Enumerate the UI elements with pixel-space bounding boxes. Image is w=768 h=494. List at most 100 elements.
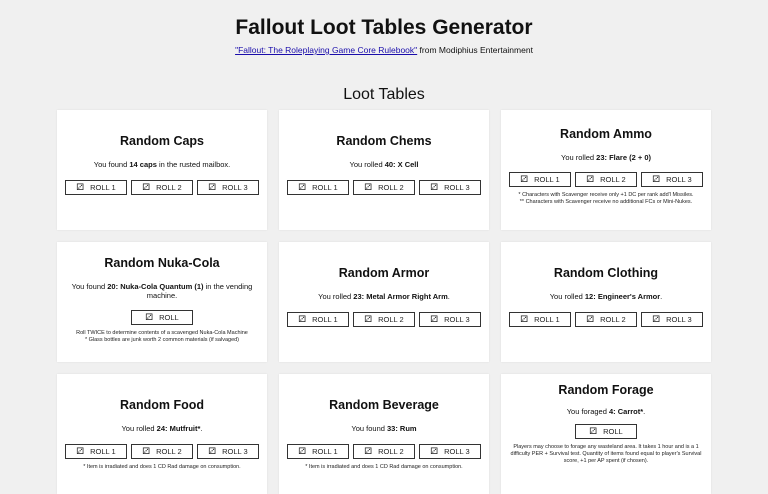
footnotes: Roll TWICE to determine contents of a sc…	[76, 330, 248, 344]
roll-2-button[interactable]: ⚂ ROLL 2	[131, 444, 193, 459]
button-label: ROLL 3	[222, 447, 248, 456]
button-label: ROLL 3	[666, 315, 692, 324]
card-title: Random Chems	[336, 134, 432, 148]
card-random-chems: Random Chems You rolled 40: X Cell ⚂ ROLL…	[279, 110, 489, 230]
roll-2-button[interactable]: ⚂ ROLL 2	[575, 312, 637, 327]
card-title: Random Armor	[338, 266, 430, 280]
dice-icon: ⚂	[76, 182, 85, 192]
dice-icon: ⚂	[364, 446, 373, 456]
result-value: 20: Nuka-Cola Quantum (1)	[107, 282, 204, 291]
roll-buttons: ⚂ ROLL 1 ⚂ ROLL 2 ⚂ ROLL 3	[65, 444, 259, 459]
dice-icon: ⚂	[430, 446, 439, 456]
result-suffix: .	[200, 424, 203, 433]
footnote: * Glass bottles are junk worth 2 common …	[84, 337, 240, 343]
button-label: ROLL 1	[534, 315, 560, 324]
card-random-ammo: Random Ammo You rolled 23: Flare (2 + 0)…	[501, 110, 711, 230]
dice-icon: ⚂	[364, 314, 373, 324]
roll-result: You found 33: Rum	[351, 424, 416, 433]
footnotes: Players may choose to forage any wastela…	[509, 444, 703, 465]
button-label: ROLL 3	[222, 183, 248, 192]
footnote: ** Characters with Scavenger receive no …	[519, 199, 693, 205]
footnote: * Characters with Scavenger receive only…	[518, 192, 694, 198]
card-title: Random Nuka-Cola	[104, 256, 220, 270]
button-label: ROLL 1	[312, 315, 338, 324]
footnotes: * Characters with Scavenger receive only…	[518, 192, 693, 206]
roll-1-button[interactable]: ⚂ ROLL 1	[287, 180, 349, 195]
dice-icon: ⚂	[652, 314, 661, 324]
rulebook-link[interactable]: "Fallout: The Roleplaying Game Core Rule…	[235, 45, 417, 55]
roll-3-button[interactable]: ⚂ ROLL 3	[641, 172, 703, 187]
roll-result: You rolled 24: Mutfruit*.	[121, 424, 202, 433]
result-prefix: You rolled	[549, 292, 585, 301]
result-prefix: You found	[93, 160, 130, 169]
dice-icon: ⚂	[76, 446, 85, 456]
button-label: ROLL 2	[378, 315, 404, 324]
result-prefix: You rolled	[121, 424, 157, 433]
card-title: Random Caps	[119, 134, 205, 148]
roll-1-button[interactable]: ⚂ ROLL 1	[509, 172, 571, 187]
roll-3-button[interactable]: ⚂ ROLL 3	[197, 444, 259, 459]
result-prefix: You rolled	[349, 160, 385, 169]
dice-icon: ⚂	[586, 174, 595, 184]
dice-icon: ⚂	[145, 312, 154, 322]
button-label: ROLL 3	[444, 315, 470, 324]
roll-1-button[interactable]: ⚂ ROLL 1	[509, 312, 571, 327]
roll-2-button[interactable]: ⚂ ROLL 2	[353, 180, 415, 195]
button-label: ROLL 1	[534, 175, 560, 184]
roll-2-button[interactable]: ⚂ ROLL 2	[353, 312, 415, 327]
dice-icon: ⚂	[208, 182, 217, 192]
button-label: ROLL 2	[600, 315, 626, 324]
card-title: Random Beverage	[329, 398, 439, 412]
button-label: ROLL 2	[156, 183, 182, 192]
roll-result: You rolled 12: Engineer's Armor.	[550, 292, 663, 301]
roll-buttons: ⚂ ROLL 1 ⚂ ROLL 2 ⚂ ROLL 3	[287, 180, 481, 195]
button-label: ROLL 1	[90, 183, 116, 192]
card-title: Random Ammo	[560, 127, 652, 141]
result-prefix: You found	[71, 282, 108, 291]
roll-buttons: ⚂ ROLL 1 ⚂ ROLL 2 ⚂ ROLL 3	[65, 180, 259, 195]
dice-icon: ⚂	[298, 446, 307, 456]
roll-buttons: ⚂ ROLL 1 ⚂ ROLL 2 ⚂ ROLL 3	[287, 444, 481, 459]
dice-icon: ⚂	[652, 174, 661, 184]
card-random-beverage: Random Beverage You found 33: Rum ⚂ ROLL …	[279, 374, 489, 494]
footnotes: * Item is irradiated and does 1 CD Rad d…	[83, 464, 240, 471]
dice-icon: ⚂	[298, 182, 307, 192]
button-label: ROLL 1	[90, 447, 116, 456]
roll-1-button[interactable]: ⚂ ROLL 1	[65, 180, 127, 195]
roll-button[interactable]: ⚂ ROLL	[131, 310, 193, 325]
roll-result: You found 20: Nuka-Cola Quantum (1) in t…	[65, 282, 259, 300]
button-label: ROLL	[159, 313, 179, 322]
card-title: Random Clothing	[553, 266, 659, 280]
button-label: ROLL 2	[378, 183, 404, 192]
button-label: ROLL 2	[600, 175, 626, 184]
button-label: ROLL 2	[156, 447, 182, 456]
button-label: ROLL 3	[444, 447, 470, 456]
roll-3-button[interactable]: ⚂ ROLL 3	[419, 444, 481, 459]
result-value: 40: X Cell	[384, 160, 419, 169]
footnote: * Item is irradiated and does 1 CD Rad d…	[305, 464, 463, 470]
result-value: 23: Flare (2 + 0)	[596, 153, 651, 162]
button-label: ROLL 3	[666, 175, 692, 184]
roll-3-button[interactable]: ⚂ ROLL 3	[419, 312, 481, 327]
result-value: 12: Engineer's Armor	[584, 292, 661, 301]
roll-1-button[interactable]: ⚂ ROLL 1	[287, 444, 349, 459]
roll-button[interactable]: ⚂ ROLL	[575, 424, 637, 439]
result-value: 33: Rum	[387, 424, 417, 433]
result-prefix: You found	[351, 424, 387, 433]
button-label: ROLL	[603, 427, 623, 436]
roll-result: You rolled 40: X Cell	[350, 160, 419, 169]
roll-1-button[interactable]: ⚂ ROLL 1	[287, 312, 349, 327]
roll-3-button[interactable]: ⚂ ROLL 3	[197, 180, 259, 195]
roll-1-button[interactable]: ⚂ ROLL 1	[65, 444, 127, 459]
roll-3-button[interactable]: ⚂ ROLL 3	[641, 312, 703, 327]
roll-3-button[interactable]: ⚂ ROLL 3	[419, 180, 481, 195]
roll-2-button[interactable]: ⚂ ROLL 2	[575, 172, 637, 187]
result-suffix: .	[660, 292, 663, 301]
dice-icon: ⚂	[142, 182, 151, 192]
roll-result: You rolled 23: Metal Armor Right Arm.	[318, 292, 450, 301]
dice-icon: ⚂	[586, 314, 595, 324]
footnote: * Item is irradiated and does 1 CD Rad d…	[83, 464, 241, 470]
roll-2-button[interactable]: ⚂ ROLL 2	[353, 444, 415, 459]
dice-icon: ⚂	[142, 446, 151, 456]
roll-2-button[interactable]: ⚂ ROLL 2	[131, 180, 193, 195]
